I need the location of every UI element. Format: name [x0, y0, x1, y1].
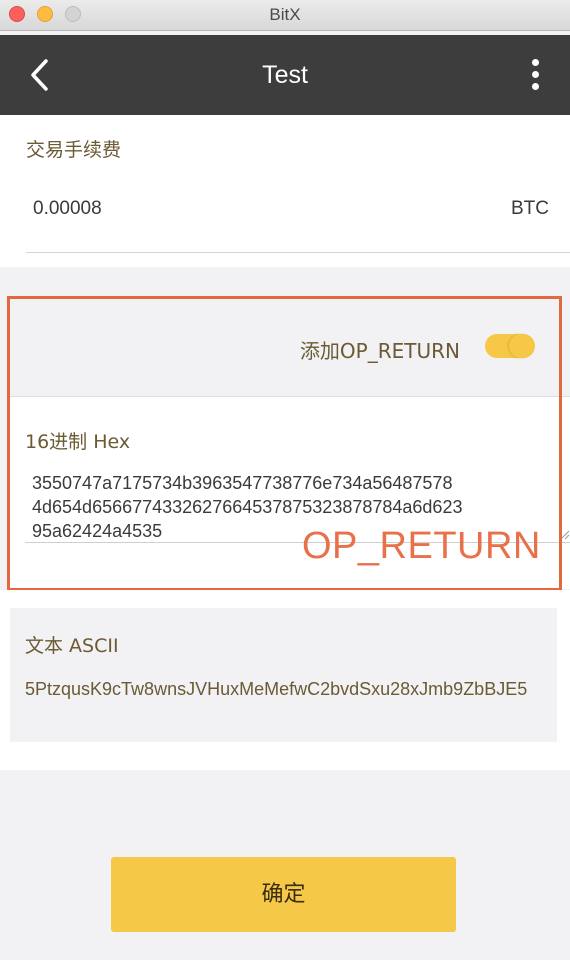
confirm-button[interactable]: 确定 [111, 857, 456, 932]
toggle-knob [509, 334, 533, 358]
fee-section: 交易手续费 0.00008 BTC [0, 115, 570, 267]
hex-line: 3550747a7175734b3963547738776e734a564875… [32, 473, 453, 493]
op-return-annotation: OP_RETURN [302, 525, 541, 567]
ascii-label: 文本 ASCII [25, 635, 119, 657]
hex-line: 4d654d6566774332627664537875323878784a6d… [32, 497, 463, 517]
ascii-value: 5PtzqusK9cTw8wnsJVHuxMeMefwC2bvdSxu28xJm… [25, 679, 528, 699]
app-header: Test [0, 35, 570, 115]
op-return-toggle-row: 添加OP_RETURN [10, 299, 556, 395]
window-title: BitX [269, 5, 301, 24]
window-titlebar: BitX [0, 0, 570, 31]
resize-handle-icon[interactable] [560, 530, 570, 540]
page-title: Test [262, 61, 308, 89]
hex-label: 16进制 Hex [25, 431, 131, 453]
divider [26, 252, 570, 253]
fee-label: 交易手续费 [26, 139, 122, 161]
fee-unit: BTC [511, 198, 549, 219]
ascii-card: 文本 ASCII 5PtzqusK9cTw8wnsJVHuxMeMefwC2bv… [10, 608, 557, 742]
more-vertical-icon[interactable] [530, 59, 540, 91]
fee-input[interactable]: 0.00008 [33, 198, 102, 220]
op-return-toggle[interactable] [485, 334, 535, 358]
op-return-toggle-label: 添加OP_RETURN [299, 339, 460, 363]
